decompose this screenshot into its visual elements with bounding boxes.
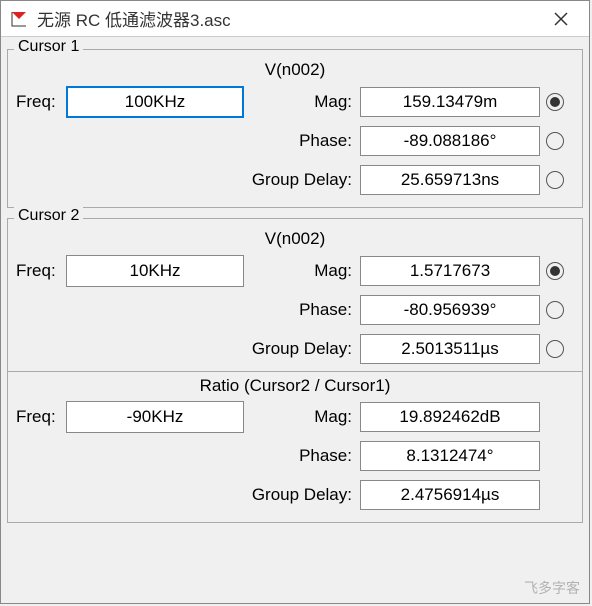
cursor2-mag-label: Mag: [244, 261, 360, 281]
titlebar: 无源 RC 低通滤波器3.asc [1, 1, 589, 37]
close-button[interactable] [541, 5, 581, 33]
cursor1-delay-value[interactable]: 25.659713ns [360, 165, 540, 195]
cursor1-phase-row: Phase: -89.088186° [16, 123, 574, 159]
cursor1-delay-label: Group Delay: [244, 170, 360, 190]
cursor1-group: Cursor 1 V(n002) Freq: Mag: 159.13479m P… [7, 49, 583, 208]
cursor2-phase-row: Phase: -80.956939° [16, 292, 574, 328]
cursor1-delay-radio[interactable] [546, 171, 564, 189]
ratio-phase-label: Phase: [244, 446, 360, 466]
cursor1-phase-label: Phase: [244, 131, 360, 151]
cursor1-mag-label: Mag: [244, 92, 360, 112]
cursor2-signal-label: V(n002) [16, 229, 574, 249]
cursor2-delay-label: Group Delay: [244, 339, 360, 359]
cursor1-phase-value[interactable]: -89.088186° [360, 126, 540, 156]
ratio-mag-label: Mag: [244, 407, 360, 427]
ratio-title: Ratio (Cursor2 / Cursor1) [16, 376, 574, 396]
cursor1-freq-label: Freq: [16, 92, 66, 112]
cursor2-delay-row: Group Delay: 2.5013511µs [16, 331, 574, 367]
cursor2-freq-label: Freq: [16, 261, 66, 281]
content-area: Cursor 1 V(n002) Freq: Mag: 159.13479m P… [1, 37, 589, 529]
ratio-delay-label: Group Delay: [244, 485, 360, 505]
cursor1-mag-value[interactable]: 159.13479m [360, 87, 540, 117]
cursor2-mag-row: Freq: Mag: 1.5717673 [16, 253, 574, 289]
cursor1-delay-row: Group Delay: 25.659713ns [16, 162, 574, 198]
cursor2-group-title: Cursor 2 [14, 207, 83, 225]
cursor2-phase-label: Phase: [244, 300, 360, 320]
cursor1-signal-label: V(n002) [16, 60, 574, 80]
cursor2-phase-radio[interactable] [546, 301, 564, 319]
ratio-phase-value[interactable]: 8.1312474° [360, 441, 540, 471]
cursor1-mag-radio[interactable] [546, 93, 564, 111]
cursor2-group: Cursor 2 V(n002) Freq: Mag: 1.5717673 Ph… [7, 218, 583, 523]
cursor2-mag-radio[interactable] [546, 262, 564, 280]
ratio-delay-row: Group Delay: 2.4756914µs [16, 477, 574, 513]
ratio-delay-value[interactable]: 2.4756914µs [360, 480, 540, 510]
watermark-text: 飞多字客 [524, 578, 580, 598]
dialog-window: 无源 RC 低通滤波器3.asc Cursor 1 V(n002) Freq: … [0, 0, 590, 604]
cursor1-phase-radio[interactable] [546, 132, 564, 150]
ratio-freq-label: Freq: [16, 407, 66, 427]
cursor2-delay-value[interactable]: 2.5013511µs [360, 334, 540, 364]
cursor1-group-title: Cursor 1 [14, 38, 83, 56]
ratio-mag-row: Freq: Mag: 19.892462dB [16, 399, 574, 435]
cursor2-phase-value[interactable]: -80.956939° [360, 295, 540, 325]
cursor2-delay-radio[interactable] [546, 340, 564, 358]
app-icon [9, 9, 29, 29]
cursor2-mag-value[interactable]: 1.5717673 [360, 256, 540, 286]
window-title: 无源 RC 低通滤波器3.asc [37, 6, 541, 31]
ratio-freq-input[interactable] [66, 401, 244, 433]
ratio-mag-value[interactable]: 19.892462dB [360, 402, 540, 432]
cursor1-mag-row: Freq: Mag: 159.13479m [16, 84, 574, 120]
cursor2-freq-input[interactable] [66, 255, 244, 287]
cursor1-freq-input[interactable] [66, 86, 244, 118]
ratio-phase-row: Phase: 8.1312474° [16, 438, 574, 474]
